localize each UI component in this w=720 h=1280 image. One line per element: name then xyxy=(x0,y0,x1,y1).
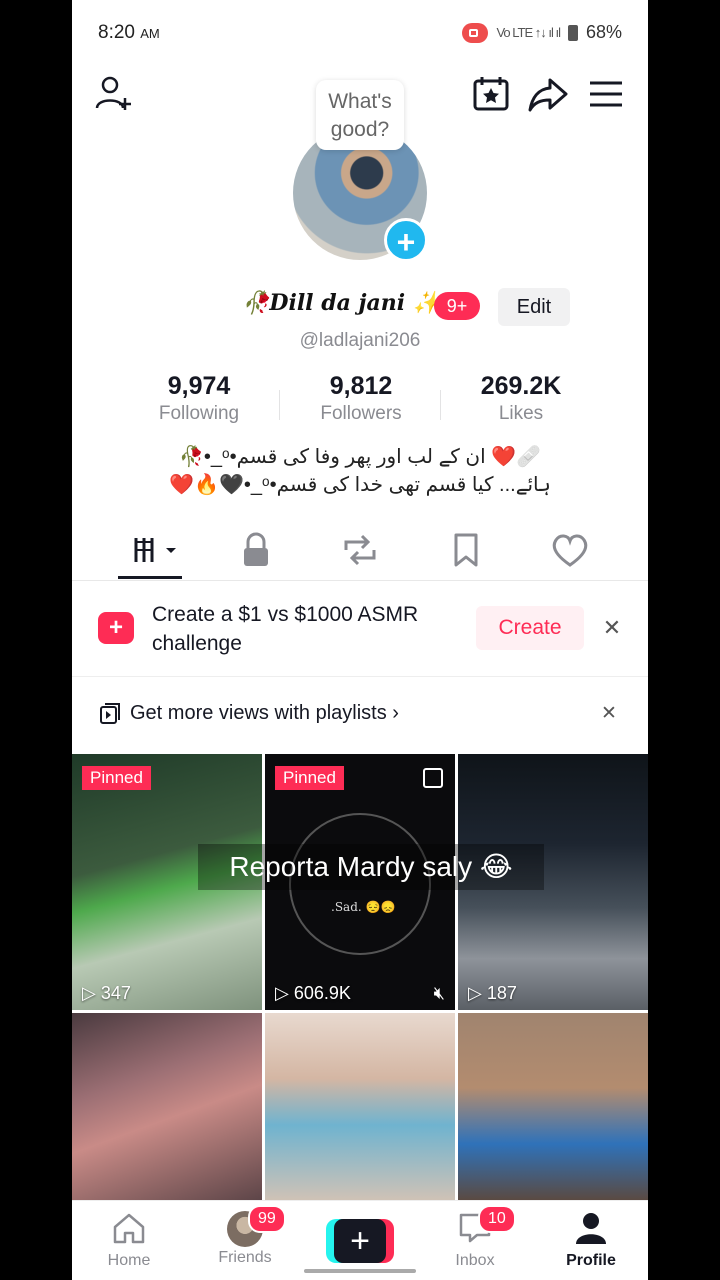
friends-badge: 99 xyxy=(248,1205,286,1233)
tab-liked-heart-icon[interactable] xyxy=(548,530,592,570)
home-icon xyxy=(113,1213,145,1244)
playlist-text: Get more views with playlists › xyxy=(130,702,399,724)
active-tab-indicator xyxy=(118,576,182,579)
username: @ladlajani206 xyxy=(299,330,421,351)
battery-level: 68% xyxy=(585,22,622,42)
name-row: 🥀Dill da jani ✨ 9+ Edit xyxy=(72,288,648,328)
tab-videos[interactable] xyxy=(130,530,176,570)
bottom-nav: Home Friends 99 + Inbox 10 Profile xyxy=(72,1200,648,1280)
create-challenge-button[interactable]: Create xyxy=(476,606,584,650)
stat-likes[interactable]: 269.2K Likes xyxy=(456,372,586,425)
notification-badge[interactable]: 9+ xyxy=(434,292,480,320)
stat-value: 9,974 xyxy=(167,372,231,400)
close-icon[interactable]: ✕ xyxy=(600,616,624,640)
stat-following[interactable]: 9,974 Following xyxy=(134,372,264,425)
profile-stats: 9,974 Following 9,812 Followers 269.2K L… xyxy=(72,372,648,432)
stat-followers[interactable]: 9,812 Followers xyxy=(296,372,426,425)
screen-record-icon xyxy=(462,22,489,43)
tab-saved-bookmark-icon[interactable] xyxy=(444,530,488,570)
nav-label: Profile xyxy=(566,1252,616,1269)
view-count: ▷ 347 xyxy=(82,983,131,1003)
pinned-badge: Pinned xyxy=(275,766,344,790)
calendar-star-icon[interactable] xyxy=(470,72,514,116)
video-thumbnail[interactable] xyxy=(265,1013,455,1200)
multi-photo-icon xyxy=(423,768,443,788)
tab-private-lock-icon[interactable] xyxy=(234,530,278,570)
edit-profile-button[interactable]: Edit xyxy=(498,288,570,326)
stat-label: Likes xyxy=(498,403,544,424)
nav-home[interactable]: Home xyxy=(84,1211,174,1270)
network-indicator: Vo LTE ↑↓ ıl ıl xyxy=(496,25,561,40)
whats-good-bubble[interactable]: What's good? xyxy=(316,80,404,150)
plus-icon: + xyxy=(98,612,134,644)
battery-icon xyxy=(567,24,578,41)
video-caption: Reporta Mardy saly 😂 xyxy=(198,844,544,890)
nav-profile[interactable]: Profile xyxy=(546,1211,636,1270)
video-thumbnail[interactable] xyxy=(72,1013,262,1200)
bio-line-2: ہائے... کیا قسم تھی خدا کی قسم•ᵒ_•🖤🔥❤️ xyxy=(169,474,551,496)
playlist-banner[interactable]: Get more views with playlists › ✕ xyxy=(72,676,648,754)
stat-label: Following xyxy=(158,403,240,424)
challenge-promo: + Create a $1 vs $1000 ASMR challenge Cr… xyxy=(72,580,648,677)
plus-icon: + xyxy=(334,1219,386,1263)
stat-value: 269.2K xyxy=(480,372,562,400)
status-icons: Vo LTE ↑↓ ıl ıl 68% xyxy=(462,22,622,43)
menu-icon[interactable] xyxy=(584,72,628,116)
mute-icon[interactable]: 🔇︎ xyxy=(434,983,445,1004)
playlist-icon xyxy=(100,703,120,724)
divider xyxy=(440,390,441,420)
add-story-button[interactable]: + xyxy=(384,218,428,262)
nav-label: Friends xyxy=(218,1249,272,1266)
pinned-badge: Pinned xyxy=(82,766,151,790)
view-count: ▷ 187 xyxy=(468,983,517,1003)
status-bar: 8:20 AM Vo LTE ↑↓ ıl ıl 68% xyxy=(72,0,648,66)
create-button[interactable]: + xyxy=(326,1219,394,1263)
inbox-badge: 10 xyxy=(478,1205,516,1233)
video-overlay-text: .Sad. 😔😞 xyxy=(331,900,396,914)
add-friend-icon[interactable] xyxy=(92,72,136,116)
bio-line-1: 🩹❤️ ان کے لب اور پھر وفا کی قسم•ᵒ_•🥀 xyxy=(179,446,541,468)
profile-screen: 8:20 AM Vo LTE ↑↓ ıl ıl 68% What's good?… xyxy=(72,0,648,1280)
video-grid: Pinned ▷ 347 .Sad. 😔😞 Pinned ▷ 606.9K 🔇︎… xyxy=(72,754,648,1200)
home-indicator xyxy=(304,1269,416,1273)
close-icon[interactable]: ✕ xyxy=(597,702,621,726)
nav-label: Home xyxy=(107,1252,151,1269)
stat-value: 9,812 xyxy=(329,372,393,400)
nav-label: Inbox xyxy=(455,1252,495,1269)
video-thumbnail[interactable] xyxy=(458,1013,648,1200)
divider xyxy=(279,390,280,420)
stat-label: Followers xyxy=(320,403,402,424)
share-icon[interactable] xyxy=(526,72,570,116)
status-time: 8:20 AM xyxy=(98,22,160,43)
display-name: 🥀Dill da jani ✨ xyxy=(242,290,441,316)
profile-icon xyxy=(576,1213,606,1244)
tab-reposts-icon[interactable] xyxy=(338,530,382,570)
promo-text: Create a $1 vs $1000 ASMR challenge xyxy=(152,603,419,655)
view-count: ▷ 606.9K xyxy=(275,983,351,1003)
content-tabs xyxy=(72,524,648,581)
